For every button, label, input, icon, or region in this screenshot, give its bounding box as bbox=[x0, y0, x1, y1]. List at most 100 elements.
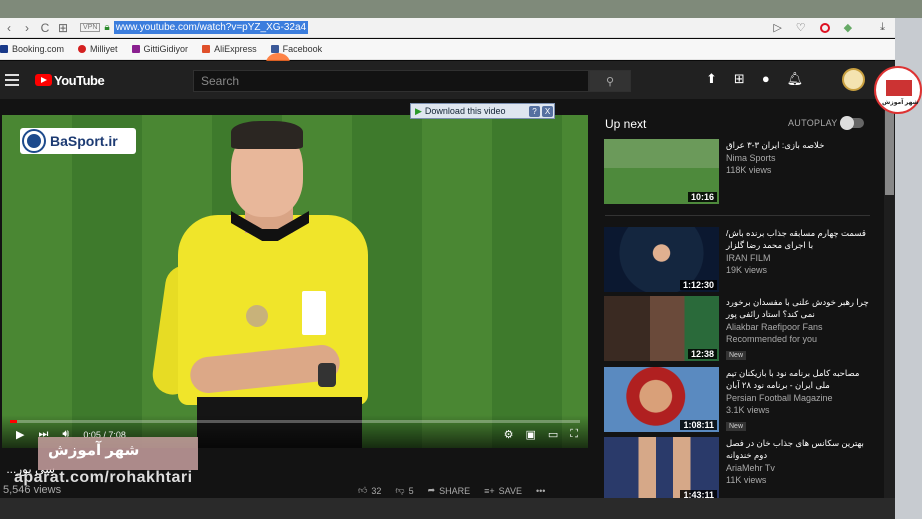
miniplayer-icon[interactable]: ▣ bbox=[525, 428, 535, 441]
video-thumbnail[interactable]: 1:08:11 bbox=[604, 367, 719, 432]
video-player[interactable]: BaSport.ir ▶ ⏭ 🔊︎ 0:05 / 7:08 ⚙ ▣ ▭ ⛶ bbox=[2, 115, 588, 448]
progress-fill bbox=[10, 420, 17, 423]
download-icon[interactable]: ⤓ bbox=[880, 21, 885, 34]
dislike-button[interactable]: 👎︎ 5 bbox=[395, 485, 413, 496]
playlist-add-icon: ≡+ bbox=[484, 485, 495, 496]
settings-gear-icon[interactable]: ⚙ bbox=[504, 428, 514, 441]
video-card-title[interactable]: خلاصه بازی: ایران ۳-۳ عراق bbox=[726, 139, 870, 151]
avatar[interactable] bbox=[842, 68, 865, 91]
upload-icon[interactable]: ⬆ bbox=[706, 71, 717, 87]
aliexpress-icon bbox=[202, 45, 211, 53]
menu-icon[interactable] bbox=[5, 74, 19, 86]
watermark-text: شهر آموزش bbox=[48, 442, 140, 459]
bookmark-booking[interactable]: Booking.com bbox=[0, 44, 64, 54]
video-card-channel[interactable]: Aliakbar Raefipoor Fans bbox=[726, 322, 870, 332]
notifications-bell-icon[interactable]: 🔔︎ bbox=[787, 71, 804, 87]
recommended-video[interactable]: 1:12:30 قسمت چهارم مسابقه جذاب برنده باش… bbox=[604, 227, 870, 293]
recommended-video[interactable]: 1:43:11 بهترین سکانس های جذاب خان در فصل… bbox=[604, 437, 870, 503]
fullscreen-icon[interactable]: ⛶ bbox=[570, 428, 578, 441]
video-card-views: Recommended for you bbox=[726, 334, 818, 344]
bookmark-gittigidiyor[interactable]: GittiGidiyor bbox=[131, 44, 188, 54]
lock-icon[interactable]: 🔒︎ bbox=[104, 22, 109, 33]
desktop-strip bbox=[0, 0, 922, 18]
bookmarks-bar: Booking.com Milliyet GittiGidiyor AliExp… bbox=[0, 39, 895, 60]
scrollbar-thumb[interactable] bbox=[885, 100, 894, 195]
facebook-icon bbox=[270, 45, 279, 53]
bookmark-milliyet[interactable]: Milliyet bbox=[78, 44, 118, 54]
apps-grid-icon[interactable]: ⊞ bbox=[734, 71, 745, 87]
fifa-badge bbox=[302, 291, 326, 335]
video-card-channel[interactable]: Nima Sports bbox=[726, 153, 870, 163]
apps-icon[interactable]: ⊞ bbox=[54, 21, 72, 35]
gittigidiyor-icon bbox=[131, 45, 140, 53]
new-badge: New bbox=[726, 351, 747, 360]
video-thumbnail[interactable]: 1:12:30 bbox=[604, 227, 719, 292]
booking-icon bbox=[0, 45, 8, 53]
save-button[interactable]: ≡+ SAVE bbox=[484, 486, 522, 496]
progress-bar[interactable] bbox=[10, 420, 580, 423]
recommended-video[interactable]: 12:38 چرا رهبر خودش علنی با مفسدان برخور… bbox=[604, 296, 870, 362]
autoplay-label: AUTOPLAY bbox=[788, 118, 838, 128]
basport-logo: BaSport.ir bbox=[20, 128, 136, 154]
world-cup-badge bbox=[246, 305, 268, 327]
video-card-views: 118K views bbox=[726, 165, 772, 175]
divider bbox=[605, 215, 870, 216]
share-icon: ➦ bbox=[427, 485, 436, 495]
video-thumbnail[interactable]: 12:38 bbox=[604, 296, 719, 361]
share-button[interactable]: ➦ SHARE bbox=[428, 485, 471, 496]
chat-icon[interactable]: ● bbox=[762, 71, 770, 87]
corner-logo: شهر آموزش bbox=[874, 66, 922, 114]
reload-button[interactable]: C bbox=[36, 21, 54, 35]
recommended-video[interactable]: 10:16 خلاصه بازی: ایران ۳-۳ عراق Nima Sp… bbox=[604, 139, 870, 205]
video-card-views: 19K views bbox=[726, 265, 768, 275]
video-thumbnail[interactable]: 10:16 bbox=[604, 139, 719, 204]
thumbs-down-icon: 👎︎ bbox=[395, 485, 405, 495]
video-figure-hair bbox=[231, 121, 303, 149]
up-next-heading: Up next bbox=[605, 117, 647, 131]
download-video-bar[interactable]: ▶ Download this video ? X bbox=[410, 103, 555, 119]
search-button[interactable]: ⚲ bbox=[589, 70, 631, 92]
more-button[interactable]: ••• bbox=[536, 486, 545, 496]
download-close-button[interactable]: X bbox=[542, 105, 553, 117]
video-card-title[interactable]: چرا رهبر خودش علنی با مفسدان برخورد نمی … bbox=[726, 296, 870, 320]
masthead: YouTube Search ⚲ ⬆ ⊞ ● 🔔︎ bbox=[0, 61, 895, 99]
bookmark-heart-icon[interactable]: ♡ bbox=[796, 21, 806, 34]
search-icon: ⚲ bbox=[605, 75, 615, 88]
video-card-views: 3.1K views bbox=[726, 405, 770, 415]
video-card-title[interactable]: قسمت چهارم مسابقه جذاب برنده باش/با اجرا… bbox=[726, 227, 870, 251]
video-card-title[interactable]: مصاحبه کامل برنامه نود با بازیکنان تیم م… bbox=[726, 367, 870, 391]
extension-icon[interactable]: ◆ bbox=[844, 21, 852, 34]
search-input[interactable]: Search bbox=[193, 70, 589, 92]
back-button[interactable]: ‹ bbox=[0, 21, 18, 35]
video-card-views: 11K views bbox=[726, 475, 767, 485]
play-icon[interactable]: ▶ bbox=[16, 428, 24, 441]
recommended-video[interactable]: 1:08:11 مصاحبه کامل برنامه نود با بازیکن… bbox=[604, 367, 870, 433]
video-figure-watch bbox=[318, 363, 336, 387]
like-button[interactable]: 👍︎ 32 bbox=[358, 485, 381, 496]
basport-icon bbox=[24, 131, 44, 151]
youtube-play-icon bbox=[35, 74, 52, 86]
screen: ‹ › C ⊞ VPN 🔒︎ www.youtube.com/watch?v=p… bbox=[0, 0, 922, 519]
theater-icon[interactable]: ▭ bbox=[548, 428, 558, 441]
vpn-badge[interactable]: VPN bbox=[80, 23, 101, 32]
browser-address-bar: ‹ › C ⊞ VPN 🔒︎ www.youtube.com/watch?v=p… bbox=[0, 18, 895, 38]
video-card-title[interactable]: بهترین سکانس های جذاب خان در فصل دوم خند… bbox=[726, 437, 870, 461]
download-help-button[interactable]: ? bbox=[529, 105, 540, 117]
forward-button[interactable]: › bbox=[18, 21, 36, 35]
url-input[interactable]: www.youtube.com/watch?v=pYZ_XG-32a4 bbox=[113, 21, 309, 34]
watermark-url: aparat.com/rohakhtari bbox=[14, 469, 193, 486]
send-icon[interactable]: ▷ bbox=[773, 21, 781, 34]
video-card-channel[interactable]: AriaMehr Tv bbox=[726, 463, 870, 473]
milliyet-icon bbox=[78, 45, 87, 53]
thumbs-up-icon: 👍︎ bbox=[358, 485, 368, 495]
youtube-logo[interactable]: YouTube bbox=[35, 73, 105, 88]
video-actions: 👍︎ 32 👎︎ 5 ➦ SHARE ≡+ SAVE ••• bbox=[358, 485, 545, 496]
video-card-channel[interactable]: IRAN FILM bbox=[726, 253, 870, 263]
opera-icon[interactable] bbox=[819, 22, 830, 33]
bottom-strip bbox=[0, 498, 895, 519]
video-thumbnail[interactable]: 1:43:11 bbox=[604, 437, 719, 502]
video-card-channel[interactable]: Persian Football Magazine bbox=[726, 393, 870, 403]
envelope-icon bbox=[886, 80, 912, 96]
bookmark-aliexpress[interactable]: AliExpress bbox=[202, 44, 257, 54]
autoplay-toggle[interactable] bbox=[840, 116, 864, 130]
